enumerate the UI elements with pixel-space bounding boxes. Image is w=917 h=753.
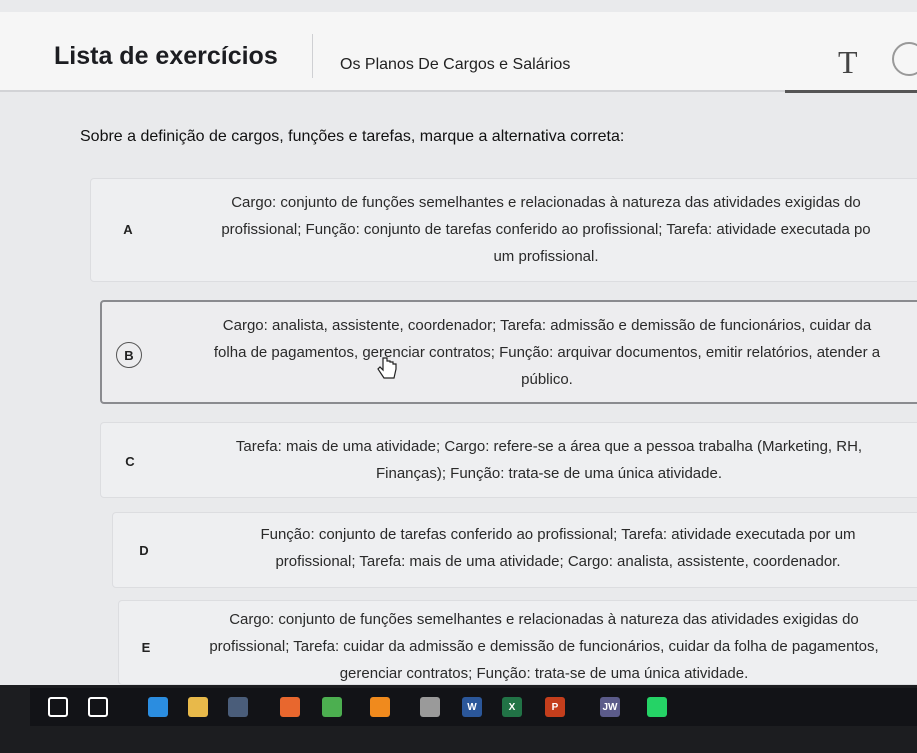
option-letter: B — [116, 342, 142, 368]
task-view-icon[interactable] — [88, 697, 108, 717]
file-explorer-icon[interactable] — [188, 697, 208, 717]
subject-title: Os Planos De Cargos e Salários — [340, 56, 571, 73]
app-screen: Lista de exercícios Os Planos De Cargos … — [0, 0, 917, 685]
option-letter: E — [141, 639, 151, 655]
whatsapp-icon[interactable] — [647, 697, 667, 717]
hand-cursor-icon — [377, 357, 397, 379]
option-c[interactable]: C Tarefa: mais de uma atividade; Cargo: … — [100, 422, 917, 498]
font-size-button[interactable]: T — [838, 44, 858, 81]
vlc-icon[interactable] — [370, 697, 390, 717]
taskbar: W X P JW — [30, 688, 917, 726]
windows-start-icon[interactable] — [48, 697, 68, 717]
header-bar: Lista de exercícios Os Planos De Cargos … — [0, 12, 917, 92]
options-button[interactable] — [892, 42, 917, 76]
excel-icon[interactable]: X — [502, 697, 522, 717]
option-text: Tarefa: mais de uma atividade; Cargo: re… — [235, 438, 863, 482]
option-text: Função: conjunto de tarefas conferido ao… — [260, 526, 856, 570]
option-text: Cargo: conjunto de funções semelhantes e… — [221, 194, 871, 265]
word-icon[interactable]: W — [462, 697, 482, 717]
option-text: Cargo: analista, assistente, coordenador… — [213, 317, 881, 388]
question-text: Sobre a definição de cargos, funções e t… — [80, 128, 625, 145]
option-letter: D — [139, 542, 149, 558]
option-b[interactable]: B Cargo: analista, assistente, coordenad… — [100, 300, 917, 404]
inkscape-icon[interactable] — [420, 697, 440, 717]
header-divider — [312, 34, 313, 78]
powerpoint-icon[interactable]: P — [545, 697, 565, 717]
chrome-icon[interactable] — [322, 697, 342, 717]
option-d[interactable]: D Função: conjunto de tarefas conferido … — [112, 512, 917, 588]
progress-indicator — [785, 90, 917, 93]
option-letter: C — [125, 453, 135, 469]
jw-library-icon[interactable]: JW — [600, 697, 620, 717]
page-title: Lista de exercícios — [54, 42, 278, 70]
option-e[interactable]: E Cargo: conjunto de funções semelhantes… — [118, 600, 917, 685]
edge-browser-icon[interactable] — [148, 697, 168, 717]
option-letter: A — [123, 221, 133, 237]
option-text: Cargo: conjunto de funções semelhantes e… — [209, 611, 879, 682]
store-icon[interactable] — [228, 697, 248, 717]
option-a[interactable]: A Cargo: conjunto de funções semelhantes… — [90, 178, 917, 282]
firefox-icon[interactable] — [280, 697, 300, 717]
